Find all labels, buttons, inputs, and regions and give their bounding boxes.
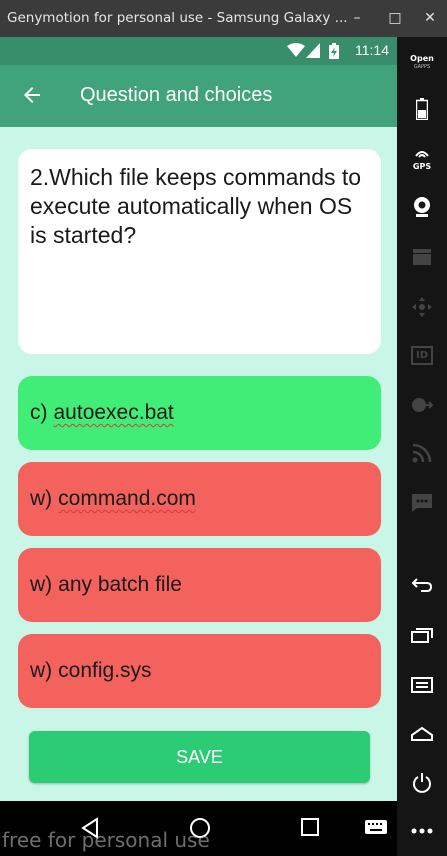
dpad-button[interactable]: [397, 287, 447, 327]
power-button[interactable]: [397, 763, 447, 803]
save-button[interactable]: SAVE: [29, 731, 370, 783]
webcam-icon: [414, 197, 430, 217]
open-gapps-icon: Open GAPPS: [410, 54, 434, 72]
choice-item[interactable]: w) any batch file: [18, 548, 381, 622]
network-icon: [412, 398, 433, 412]
minimize-button[interactable]: –: [347, 9, 367, 27]
emulator-toolbar: Open GAPPS GPS ID: [397, 37, 447, 856]
sms-button[interactable]: [397, 483, 447, 523]
gapps-label-open: Open: [410, 54, 434, 63]
back-arrow-icon[interactable]: [20, 83, 44, 107]
back-key-icon: [411, 578, 433, 592]
choice-text: autoexec.bat: [53, 401, 174, 424]
recent-apps-key-button[interactable]: [397, 615, 447, 655]
choice-item[interactable]: w) command.com: [18, 462, 381, 536]
nav-recents-icon[interactable]: [300, 817, 320, 837]
question-card: 2.Which file keeps commands to execute a…: [18, 149, 381, 354]
choice-prefix: w): [30, 573, 53, 596]
choice-item[interactable]: c) autoexec.bat: [18, 376, 381, 450]
signal-icon: [306, 43, 320, 58]
recent-apps-icon: [411, 628, 433, 643]
sms-icon: [412, 494, 432, 512]
choice-prefix: c): [30, 401, 48, 424]
content-area: 2.Which file keeps commands to execute a…: [0, 127, 397, 801]
power-icon: [413, 773, 431, 793]
more-button[interactable]: [397, 811, 447, 851]
gps-button[interactable]: GPS: [397, 137, 447, 177]
clapperboard-icon: [413, 249, 431, 265]
window-title: Genymotion for personal use - Samsung Ga…: [7, 10, 348, 26]
more-dots-icon: [411, 828, 433, 834]
choice-text: command.com: [58, 487, 196, 510]
app-bar: Question and choices: [0, 65, 397, 127]
choice-prefix: w): [30, 487, 53, 510]
page-title: Question and choices: [80, 84, 273, 106]
watermark: free for personal use: [2, 828, 210, 852]
choice-text: any batch file: [58, 573, 182, 596]
menu-key-button[interactable]: [397, 665, 447, 705]
emulator-window: Genymotion for personal use - Samsung Ga…: [0, 0, 447, 856]
back-key-button[interactable]: [397, 565, 447, 605]
menu-icon: [411, 677, 433, 693]
home-key-icon: [411, 726, 433, 741]
network-button[interactable]: [397, 385, 447, 425]
open-gapps-button[interactable]: Open GAPPS: [397, 43, 447, 83]
rss-button[interactable]: [397, 433, 447, 473]
gapps-label-gapps: GAPPS: [413, 64, 431, 70]
status-bar: 11:14: [0, 37, 397, 65]
rss-icon: [412, 443, 432, 463]
wifi-icon: [287, 43, 305, 57]
battery-charging-icon: [329, 43, 339, 59]
battery-button[interactable]: [397, 89, 447, 129]
capture-button[interactable]: [397, 237, 447, 277]
id-icon: ID: [410, 345, 434, 365]
window-titlebar: Genymotion for personal use - Samsung Ga…: [0, 0, 447, 37]
choice-text: config.sys: [58, 659, 152, 682]
home-key-button[interactable]: [397, 714, 447, 754]
status-time: 11:14: [355, 42, 389, 58]
keyboard-icon[interactable]: [364, 819, 388, 835]
gps-icon: GPS: [413, 143, 431, 171]
webcam-button[interactable]: [397, 187, 447, 227]
maximize-button[interactable]: □: [385, 9, 405, 27]
close-button[interactable]: ✕: [420, 9, 440, 27]
question-text: 2.Which file keeps commands to execute a…: [30, 164, 362, 248]
choice-item[interactable]: w) config.sys: [18, 634, 381, 708]
dpad-icon: [412, 297, 432, 317]
choice-prefix: w): [30, 659, 53, 682]
device-id-button[interactable]: ID: [397, 335, 447, 375]
gps-label: GPS: [412, 162, 432, 171]
battery-icon: [416, 98, 428, 120]
